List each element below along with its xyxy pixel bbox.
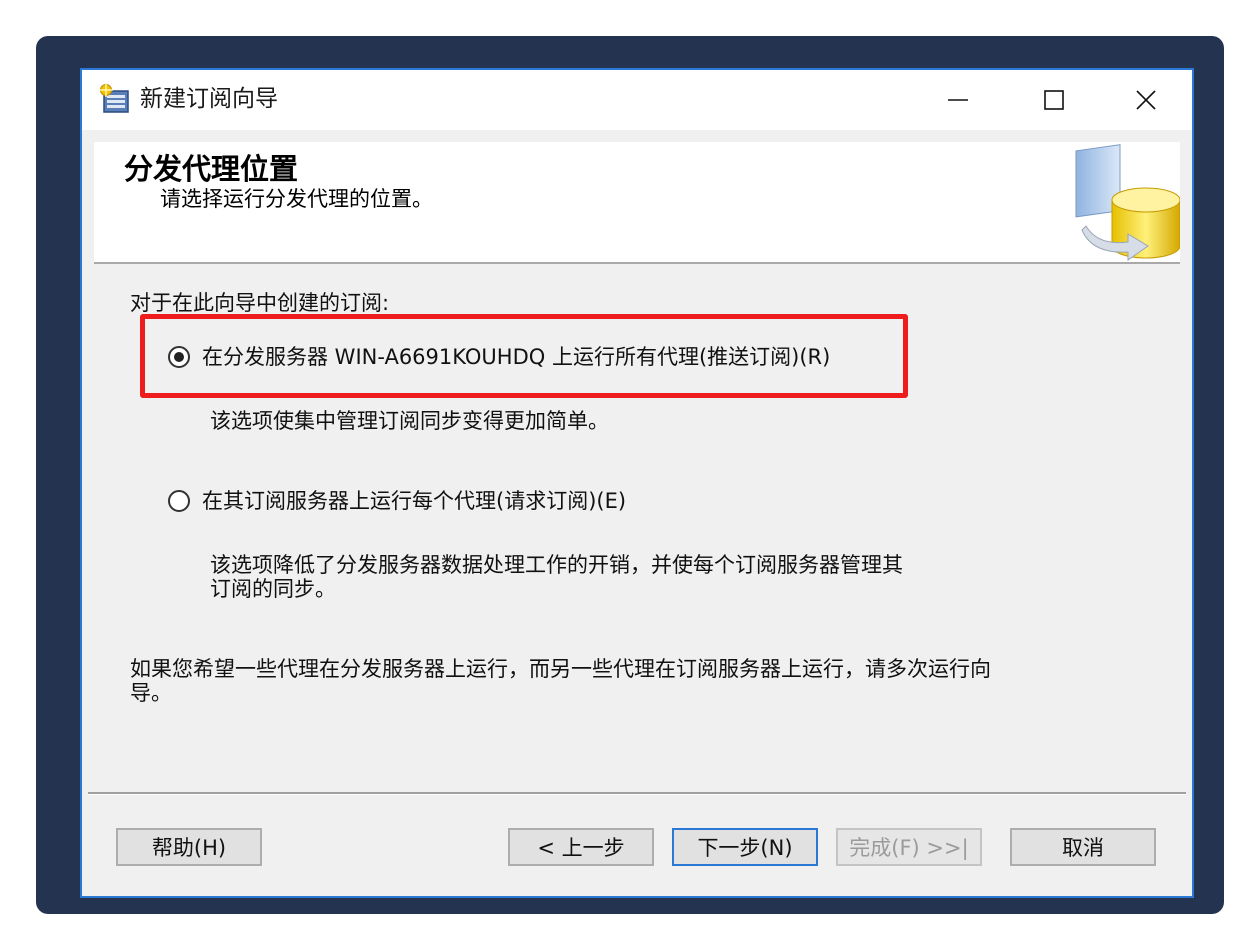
wizard-header: 分发代理位置 请选择运行分发代理的位置。	[94, 142, 1180, 264]
wizard-app-icon	[99, 83, 129, 113]
pull-subscription-radio[interactable]	[168, 490, 190, 512]
maximize-button[interactable]	[1008, 70, 1100, 130]
help-button[interactable]: 帮助(H)	[116, 828, 262, 866]
close-button[interactable]	[1100, 70, 1192, 130]
page-title: 分发代理位置	[124, 152, 299, 186]
intro-text: 对于在此向导中创建的订阅:	[130, 291, 390, 315]
window-title: 新建订阅向导	[140, 86, 278, 112]
database-graphic-icon	[1075, 144, 1180, 261]
pull-subscription-description-line2: 订阅的同步。	[210, 577, 336, 601]
back-button[interactable]: < 上一步	[508, 828, 654, 866]
page-subtitle: 请选择运行分发代理的位置。	[160, 187, 433, 211]
close-icon	[1136, 90, 1156, 110]
note-text-line1: 如果您希望一些代理在分发服务器上运行，而另一些代理在订阅服务器上运行，请多次运行…	[130, 657, 991, 681]
push-subscription-description: 该选项使集中管理订阅同步变得更加简单。	[210, 409, 609, 433]
wizard-window: 新建订阅向导 分发代理位置 请选择运行分发代理的位置。 对于在此向导中创建的订阅…	[80, 68, 1194, 898]
title-bar[interactable]: 新建订阅向导	[82, 70, 1192, 130]
maximize-icon	[1044, 90, 1064, 110]
finish-button[interactable]: 完成(F) >>|	[836, 828, 982, 866]
note-text-line2: 导。	[130, 681, 172, 705]
pull-subscription-label[interactable]: 在其订阅服务器上运行每个代理(请求订阅)(E)	[202, 488, 626, 514]
pull-subscription-description-line1: 该选项降低了分发服务器数据处理工作的开销，并使每个订阅服务器管理其	[210, 553, 903, 577]
cancel-button[interactable]: 取消	[1010, 828, 1156, 866]
footer-separator	[88, 792, 1186, 795]
highlight-annotation	[140, 314, 908, 398]
minimize-button[interactable]	[912, 70, 1004, 130]
next-button[interactable]: 下一步(N)	[672, 828, 818, 866]
minimize-icon	[948, 99, 968, 101]
